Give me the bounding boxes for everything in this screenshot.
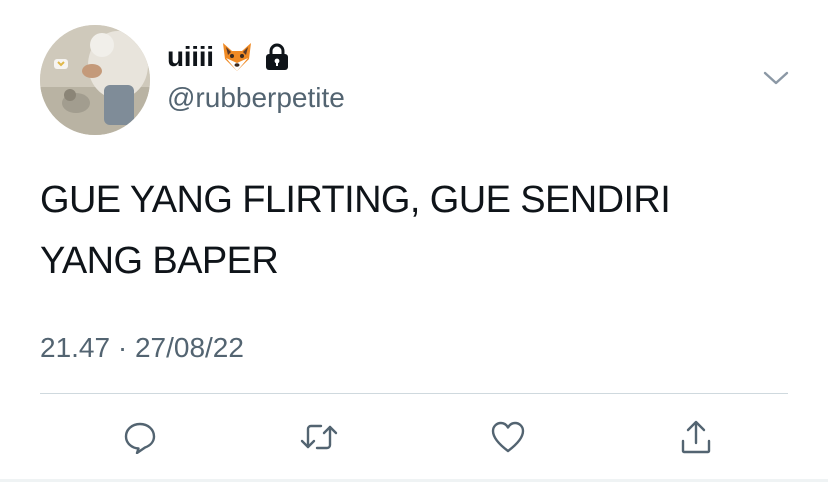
display-name[interactable]: uiiii (167, 41, 214, 73)
retweet-icon (300, 424, 338, 450)
retweet-button[interactable] (296, 414, 342, 460)
like-icon (491, 421, 525, 453)
author-name-row[interactable]: uiiii (167, 37, 290, 77)
action-bar (0, 414, 828, 460)
reply-button[interactable] (117, 414, 163, 460)
divider (40, 393, 788, 394)
tweet-text-line: GUE YANG FLIRTING, GUE SENDIRI (40, 179, 671, 221)
fox-face-icon (220, 41, 254, 73)
tweet-detail: uiiii @rubberpetite GUE YANG FLIRTING, G… (0, 0, 828, 482)
author-handle[interactable]: @rubberpetite (167, 82, 345, 114)
reply-icon (124, 422, 156, 454)
avatar-image (40, 25, 150, 135)
share-button[interactable] (673, 414, 719, 460)
like-button[interactable] (485, 414, 531, 460)
tweet-text: GUE YANG FLIRTING, GUE SENDIRI YANG BAPE… (40, 170, 800, 292)
avatar[interactable] (40, 25, 150, 135)
lock-icon (264, 43, 290, 71)
tweet-text-line: YANG BAPER (40, 240, 279, 282)
chevron-down-icon[interactable] (762, 68, 790, 88)
share-icon (681, 420, 711, 454)
tweet-timestamp[interactable]: 21.47 · 27/08/22 (40, 332, 244, 364)
